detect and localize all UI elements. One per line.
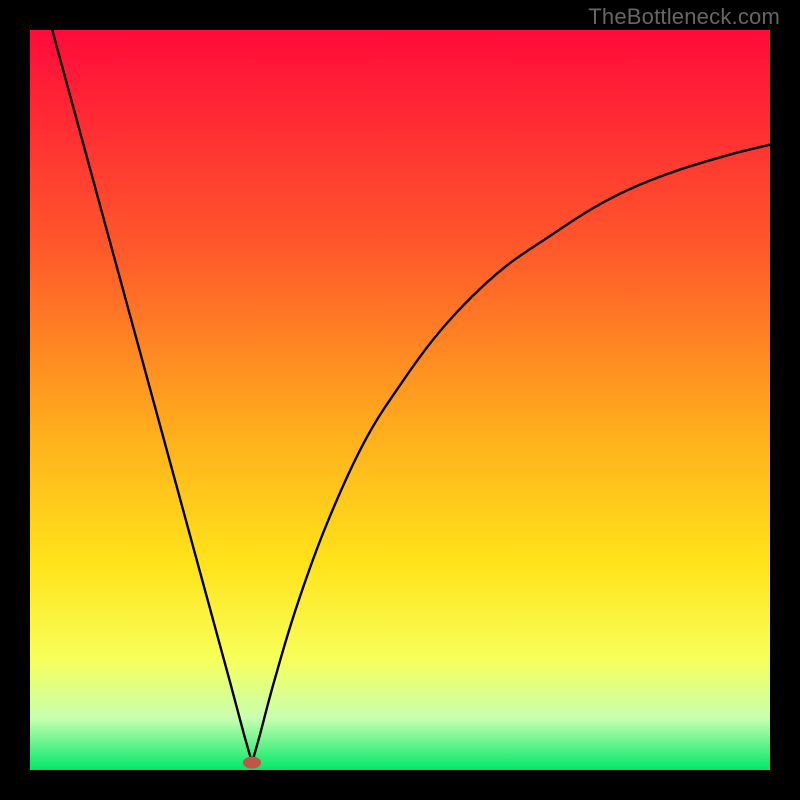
plot-area bbox=[30, 30, 770, 770]
chart-svg bbox=[30, 30, 770, 770]
watermark-text: TheBottleneck.com bbox=[588, 4, 780, 30]
minimum-marker bbox=[243, 757, 261, 769]
gradient-background bbox=[30, 30, 770, 770]
chart-frame: TheBottleneck.com bbox=[0, 0, 800, 800]
